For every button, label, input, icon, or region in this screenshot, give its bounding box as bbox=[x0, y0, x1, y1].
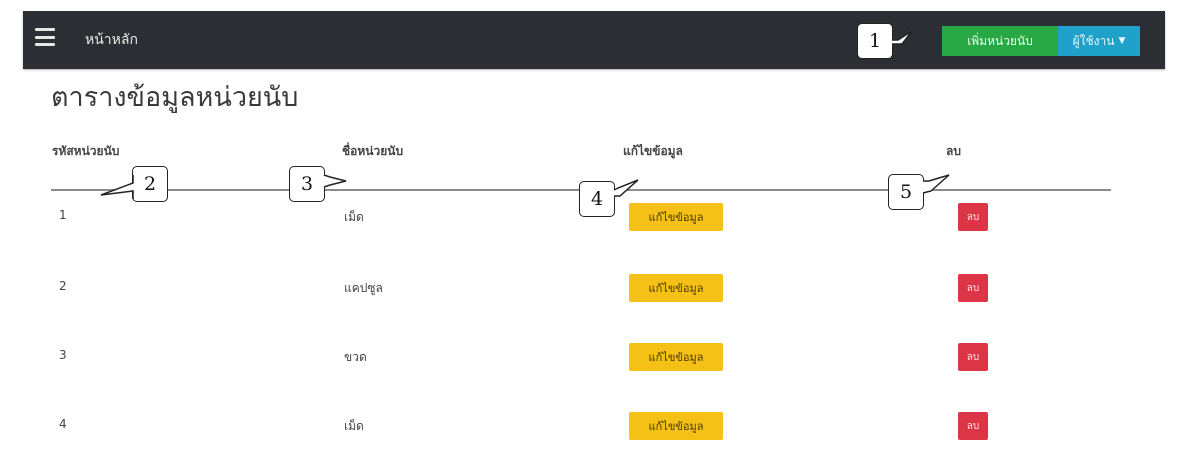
column-header-id: รหัสหน่วยนับ bbox=[52, 144, 120, 158]
callout-number: 5 bbox=[899, 181, 913, 203]
unit-name-cell: ขวด bbox=[344, 350, 367, 364]
table-row: 3 ขวด แก้ไขข้อมูล ลบ bbox=[51, 329, 1111, 398]
column-header-delete: ลบ bbox=[946, 144, 961, 158]
table-row: 4 เม็ด แก้ไขข้อมูล ลบ bbox=[51, 398, 1111, 467]
edit-button[interactable]: แก้ไขข้อมูล bbox=[629, 274, 723, 302]
edit-button[interactable]: แก้ไขข้อมูล bbox=[629, 412, 723, 440]
callout-number: 3 bbox=[300, 173, 314, 195]
callout-pointer bbox=[892, 30, 913, 45]
unit-name-cell: เม็ด bbox=[344, 419, 364, 433]
column-header-name: ชื่อหน่วยนับ bbox=[342, 144, 404, 158]
page-title: ตารางข้อมูลหน่วยนับ bbox=[51, 82, 299, 113]
top-navbar: หน้าหลัก เพิ่มหน่วยนับ ผู้ใช้งาน ▼ bbox=[23, 11, 1165, 69]
callout-pointer bbox=[613, 179, 639, 197]
unit-name-cell: เม็ด bbox=[344, 210, 364, 224]
delete-button[interactable]: ลบ bbox=[958, 203, 988, 231]
caret-down-icon: ▼ bbox=[1118, 36, 1126, 46]
callout-pointer bbox=[922, 174, 950, 194]
callout-4: 4 bbox=[579, 179, 639, 217]
callout-3: 3 bbox=[289, 166, 347, 202]
edit-button[interactable]: แก้ไขข้อมูล bbox=[629, 203, 723, 231]
callout-2: 2 bbox=[100, 166, 168, 202]
callout-number: 2 bbox=[143, 173, 157, 195]
unit-id-cell: 4 bbox=[59, 417, 67, 431]
callout-1: 1 bbox=[857, 23, 913, 59]
callout-pointer bbox=[323, 174, 347, 188]
callout-number: 1 bbox=[868, 30, 882, 52]
nav-home-link[interactable]: หน้าหลัก bbox=[85, 29, 138, 51]
add-unit-button[interactable]: เพิ่มหน่วยนับ bbox=[942, 26, 1058, 56]
delete-button[interactable]: ลบ bbox=[958, 412, 988, 440]
unit-id-cell: 2 bbox=[59, 279, 67, 293]
delete-button[interactable]: ลบ bbox=[958, 343, 988, 371]
callout-number: 4 bbox=[590, 188, 604, 210]
callout-5: 5 bbox=[888, 174, 950, 210]
callout-pointer bbox=[100, 175, 134, 199]
delete-button[interactable]: ลบ bbox=[958, 274, 988, 302]
unit-id-cell: 1 bbox=[59, 208, 67, 222]
unit-id-cell: 3 bbox=[59, 348, 67, 362]
hamburger-menu-icon[interactable] bbox=[35, 28, 55, 46]
user-dropdown-label: ผู้ใช้งาน bbox=[1072, 33, 1115, 48]
column-header-edit: แก้ไขข้อมูล bbox=[623, 144, 683, 158]
unit-name-cell: แคปซูล bbox=[344, 281, 383, 295]
edit-button[interactable]: แก้ไขข้อมูล bbox=[629, 343, 723, 371]
table-row: 2 แคปซูล แก้ไขข้อมูล ลบ bbox=[51, 260, 1111, 329]
user-dropdown-button[interactable]: ผู้ใช้งาน ▼ bbox=[1058, 26, 1140, 56]
